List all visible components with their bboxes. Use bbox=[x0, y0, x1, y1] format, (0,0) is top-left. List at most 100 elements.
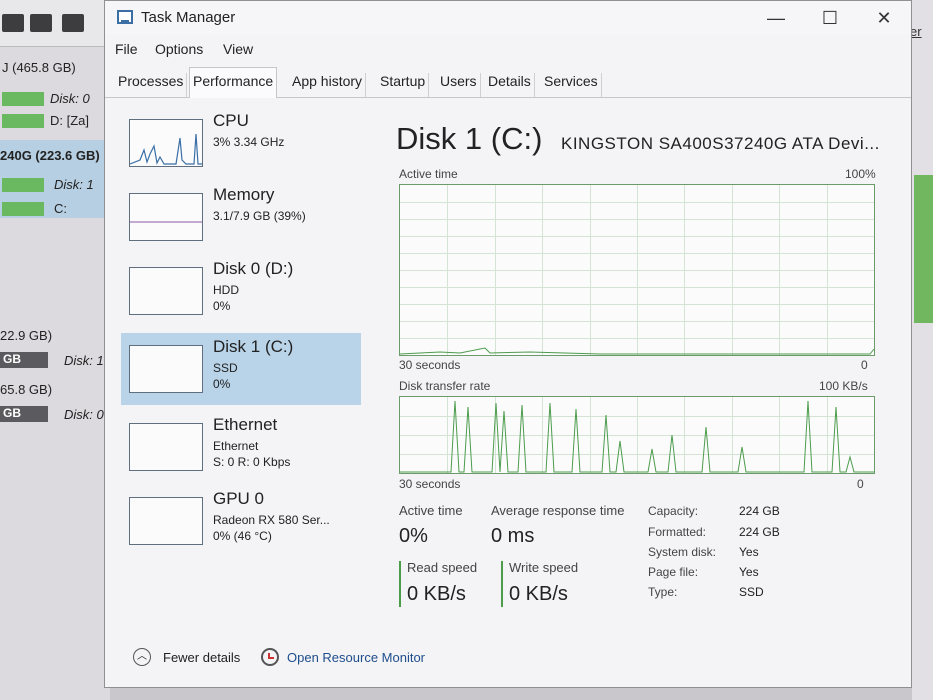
menu-view[interactable]: View bbox=[223, 41, 253, 57]
graph-label: Disk transfer rate bbox=[399, 379, 491, 393]
volume-bar: GB bbox=[0, 352, 48, 368]
perf-item-detail: 3% 3.34 GHz bbox=[213, 135, 285, 149]
perf-item-gpu[interactable]: GPU 0 Radeon RX 580 Ser... 0% (46 °C) bbox=[121, 485, 361, 557]
perf-item-model: Radeon RX 580 Ser... bbox=[213, 513, 330, 527]
capacity-label: Capacity: bbox=[648, 504, 699, 518]
formatted-value: 224 GB bbox=[739, 525, 780, 539]
perf-item-name: Disk 0 (D:) bbox=[213, 259, 294, 278]
open-resource-monitor-link[interactable]: Open Resource Monitor bbox=[287, 650, 425, 665]
disk-label: Disk: 1 bbox=[54, 177, 94, 192]
menu-bar: File Options View bbox=[105, 37, 911, 61]
avg-response-value: 0 ms bbox=[491, 525, 535, 547]
perf-item-usage: 0% bbox=[213, 377, 231, 391]
perf-item-name: GPU 0 bbox=[213, 489, 265, 508]
tab-services[interactable]: Services bbox=[541, 73, 602, 97]
close-button[interactable]: ✕ bbox=[869, 5, 899, 31]
graph-max: 100 KB/s bbox=[819, 379, 868, 393]
tab-app-history[interactable]: App history bbox=[289, 73, 367, 97]
tab-performance[interactable]: Performance bbox=[189, 67, 278, 98]
usage-bar bbox=[914, 175, 933, 323]
volume-label: 240G (223.6 GB) bbox=[0, 148, 100, 163]
perf-item-detail: 3.1/7.9 GB (39%) bbox=[213, 209, 306, 223]
active-time-value: 0% bbox=[399, 525, 428, 547]
graph-label: Active time bbox=[399, 167, 458, 181]
perf-item-type: SSD bbox=[213, 361, 238, 375]
transfer-rate-graph-plot bbox=[400, 397, 874, 473]
window-title: Task Manager bbox=[141, 9, 236, 26]
disk-label: Disk: 0 bbox=[50, 91, 90, 106]
background-toolbar bbox=[0, 0, 110, 47]
read-speed-value: 0 KB/s bbox=[407, 583, 466, 605]
usage-bar bbox=[2, 202, 44, 216]
tab-bar: Processes Performance App history Startu… bbox=[105, 65, 911, 98]
menu-options[interactable]: Options bbox=[155, 41, 203, 57]
formatted-label: Formatted: bbox=[648, 525, 707, 539]
task-manager-window: Task Manager — ☐ ✕ File Options View Pro… bbox=[104, 0, 912, 688]
active-time-graph-plot bbox=[399, 185, 875, 355]
usage-bar bbox=[2, 178, 44, 192]
perf-item-throughput: S: 0 R: 0 Kbps bbox=[213, 455, 291, 469]
usage-bar bbox=[2, 114, 44, 128]
tab-processes[interactable]: Processes bbox=[115, 73, 188, 97]
active-time-graph bbox=[399, 184, 875, 356]
disk-label: Disk: 0 bbox=[64, 407, 104, 422]
tab-details[interactable]: Details bbox=[485, 73, 535, 97]
ethernet-thumbnail-graph bbox=[129, 423, 203, 471]
perf-item-usage: 0% (46 °C) bbox=[213, 529, 272, 543]
tab-startup[interactable]: Startup bbox=[377, 73, 430, 97]
toolbar-drive-icon[interactable] bbox=[2, 14, 24, 32]
perf-item-disk1[interactable]: Disk 1 (C:) SSD 0% bbox=[121, 333, 361, 405]
system-disk-label: System disk: bbox=[648, 545, 717, 559]
perf-item-disk0[interactable]: Disk 0 (D:) HDD 0% bbox=[121, 255, 361, 327]
type-value: SSD bbox=[739, 585, 764, 599]
volume-bar: GB bbox=[0, 406, 48, 422]
write-speed-value: 0 KB/s bbox=[509, 583, 568, 605]
perf-item-ethernet[interactable]: Ethernet Ethernet S: 0 R: 0 Kbps bbox=[121, 411, 361, 483]
disk0-thumbnail-graph bbox=[129, 267, 203, 315]
chevron-up-icon[interactable]: ︿ bbox=[133, 648, 151, 666]
perf-item-memory[interactable]: Memory 3.1/7.9 GB (39%) bbox=[121, 181, 361, 253]
volume-label: 22.9 GB) bbox=[0, 328, 53, 343]
gpu-thumbnail-graph bbox=[129, 497, 203, 545]
background-window-right bbox=[912, 0, 933, 700]
title-bar[interactable]: Task Manager — ☐ ✕ bbox=[105, 1, 911, 35]
tab-users[interactable]: Users bbox=[437, 73, 481, 97]
system-disk-value: Yes bbox=[739, 545, 759, 559]
perf-item-type: HDD bbox=[213, 283, 239, 297]
type-label: Type: bbox=[648, 585, 678, 599]
write-speed-label: Write speed bbox=[509, 560, 579, 575]
background-window: J (465.8 GB) Disk: 0 D: [Za] 240G (223.6… bbox=[0, 0, 110, 700]
fewer-details-link[interactable]: Fewer details bbox=[163, 650, 240, 665]
perf-item-name: Ethernet bbox=[213, 415, 278, 434]
usage-bar bbox=[2, 92, 44, 106]
detail-model: KINGSTON SA400S37240G ATA Devi... bbox=[561, 134, 880, 153]
graph-min: 0 bbox=[857, 477, 864, 491]
disk-label: Disk: 1 bbox=[64, 353, 104, 368]
memory-thumbnail-graph bbox=[129, 193, 203, 241]
perf-item-usage: 0% bbox=[213, 299, 231, 313]
volume-label: D: [Za] bbox=[50, 113, 90, 128]
menu-file[interactable]: File bbox=[115, 41, 138, 57]
maximize-button[interactable]: ☐ bbox=[815, 5, 845, 31]
read-speed-label: Read speed bbox=[407, 560, 478, 575]
toolbar-check-icon[interactable] bbox=[30, 14, 52, 32]
capacity-value: 224 GB bbox=[739, 504, 780, 518]
volume-label: C: bbox=[54, 201, 67, 216]
avg-response-label: Average response time bbox=[491, 503, 625, 518]
transfer-rate-graph bbox=[399, 396, 875, 474]
minimize-button[interactable]: — bbox=[761, 5, 791, 31]
perf-item-name: Disk 1 (C:) bbox=[213, 337, 294, 356]
resource-monitor-icon[interactable] bbox=[261, 648, 279, 666]
detail-title: Disk 1 (C:) bbox=[396, 121, 543, 156]
cpu-thumbnail-graph bbox=[129, 119, 203, 167]
graph-time-span: 30 seconds bbox=[399, 477, 461, 491]
disk1-thumbnail-graph bbox=[129, 345, 203, 393]
page-file-label: Page file: bbox=[648, 565, 699, 579]
graph-max: 100% bbox=[845, 167, 876, 181]
active-time-label: Active time bbox=[399, 503, 463, 518]
graph-min: 0 bbox=[861, 358, 868, 372]
toolbar-drive-icon[interactable] bbox=[62, 14, 84, 32]
volume-label: 65.8 GB) bbox=[0, 382, 53, 397]
page-file-value: Yes bbox=[739, 565, 759, 579]
perf-item-cpu[interactable]: CPU 3% 3.34 GHz bbox=[121, 107, 361, 179]
